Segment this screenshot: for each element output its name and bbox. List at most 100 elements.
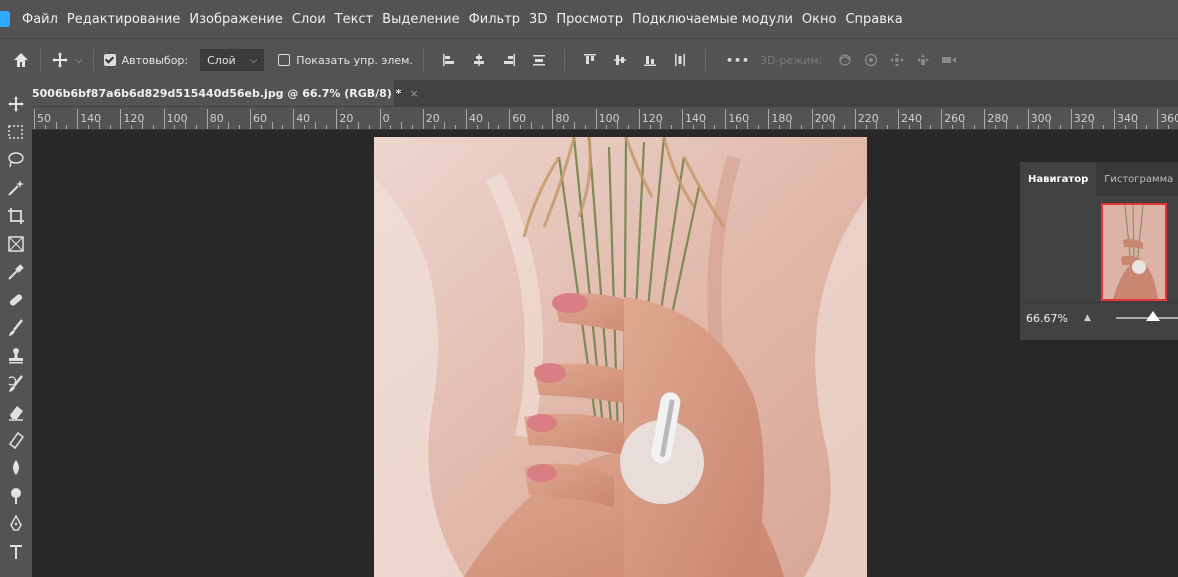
magic-wand-tool-icon[interactable] (6, 178, 26, 198)
gradient-tool-icon[interactable] (6, 430, 26, 450)
separator (92, 49, 94, 71)
ruler-minor-tick (55, 122, 57, 129)
brush-tool-icon[interactable] (6, 318, 26, 338)
align-horizontal-centers-icon[interactable] (471, 52, 487, 68)
eraser-tool-icon[interactable] (6, 402, 26, 422)
slide-3d-icon[interactable] (915, 52, 931, 68)
horizontal-ruler[interactable]: 50 140 120 100 80 60 40 20 0 20 40 60 80 100 120 140 160… (32, 106, 1178, 130)
ruler-minor-tick (671, 125, 673, 129)
close-icon[interactable]: × (409, 87, 418, 100)
ruler-minor-tick (358, 122, 359, 129)
tab-navigator[interactable]: Навигатор (1020, 162, 1097, 196)
ruler-minor-tick (930, 125, 932, 129)
ruler-minor-tick (185, 122, 187, 129)
separator (563, 49, 565, 71)
distribute-vertical-icon[interactable] (531, 52, 547, 68)
roll-3d-icon[interactable] (863, 52, 879, 68)
ruler-minor-tick (1103, 125, 1105, 129)
marquee-tool-icon[interactable] (6, 122, 26, 142)
menu-edit[interactable]: Редактирование (67, 12, 180, 27)
ruler-label: 50 (37, 112, 51, 125)
menu-3d[interactable]: 3D (529, 12, 547, 27)
ruler-minor-tick (433, 125, 435, 129)
menu-bar: Файл Редактирование Изображение Слои Тек… (0, 0, 1178, 38)
checkbox-unchecked-icon[interactable] (278, 54, 291, 66)
zoom-value[interactable]: 66.67% (1026, 312, 1068, 325)
ruler-tick (34, 109, 35, 129)
ruler-label: 0 (382, 112, 390, 125)
ruler-minor-tick (952, 125, 953, 129)
menu-filter[interactable]: Фильтр (469, 12, 520, 27)
ruler-minor-tick (1146, 125, 1148, 129)
zoom-out-icon[interactable]: ▲ (1084, 313, 1091, 323)
menu-view[interactable]: Просмотр (556, 12, 623, 27)
menu-image[interactable]: Изображение (189, 12, 282, 27)
ruler-tick (811, 109, 813, 129)
layer-select[interactable]: Слой ⌵ (200, 49, 265, 71)
document-tab[interactable]: 5006b6bf87a6b6d829d515440d56eb.jpg @ 66.… (32, 80, 419, 106)
eyedropper-tool-icon[interactable] (6, 262, 26, 282)
ruler-tick (120, 109, 122, 129)
menu-layers[interactable]: Слои (292, 12, 326, 27)
lasso-tool-icon[interactable] (6, 150, 26, 170)
ruler-minor-tick (606, 125, 608, 129)
ruler-minor-tick (563, 125, 565, 129)
frame-tool-icon[interactable] (6, 234, 26, 254)
menu-select[interactable]: Выделение (382, 12, 459, 27)
navigator-thumbnail[interactable] (1101, 203, 1167, 301)
move-tool-preset-icon[interactable] (51, 51, 69, 69)
menu-plugins[interactable]: Подключаемые модули (632, 12, 793, 27)
ruler-minor-tick (1049, 122, 1051, 129)
separator (40, 49, 41, 71)
menu-type[interactable]: Текст (335, 12, 374, 27)
ruler-tick (379, 109, 381, 129)
align-left-edges-icon[interactable] (441, 52, 457, 68)
crop-tool-icon[interactable] (6, 206, 26, 226)
align-vertical-centers-icon[interactable] (612, 52, 628, 68)
ruler-tick (941, 109, 943, 129)
distribute-horizontal-icon[interactable] (672, 52, 688, 68)
ruler-minor-tick (746, 122, 748, 129)
tab-histogram[interactable]: Гистограмма (1096, 162, 1178, 196)
ruler-minor-tick (401, 122, 403, 129)
home-icon[interactable] (12, 51, 30, 69)
blur-tool-icon[interactable] (6, 458, 26, 478)
menu-help[interactable]: Справка (845, 12, 902, 27)
align-right-edges-icon[interactable] (501, 52, 517, 68)
more-options-button[interactable]: ••• (726, 54, 750, 67)
ruler-label: 20 (425, 112, 440, 125)
menu-file[interactable]: Файл (22, 12, 58, 27)
history-brush-tool-icon[interactable] (6, 374, 26, 394)
ruler-tick (1114, 109, 1115, 129)
ruler-minor-tick (444, 122, 446, 129)
canvas-image[interactable] (374, 137, 867, 577)
show-controls-checkbox[interactable]: Показать упр. элем. (278, 54, 413, 67)
chevron-down-icon[interactable]: ⌵ (75, 55, 83, 66)
camera-3d-icon[interactable] (941, 52, 957, 68)
ruler-minor-tick (1168, 125, 1169, 129)
ruler-minor-tick (714, 125, 716, 129)
align-bottom-edges-icon[interactable] (642, 52, 658, 68)
ruler-minor-tick (617, 122, 619, 129)
ruler-minor-tick (520, 125, 521, 129)
dodge-tool-icon[interactable] (6, 486, 26, 506)
type-tool-icon[interactable] (6, 542, 26, 562)
drag-3d-icon[interactable] (889, 52, 905, 68)
menu-window[interactable]: Окно (802, 12, 837, 27)
healing-brush-tool-icon[interactable] (6, 290, 26, 310)
ruler-minor-tick (476, 125, 478, 129)
zoom-slider-handle[interactable] (1146, 311, 1160, 321)
checkbox-checked-icon[interactable] (103, 54, 116, 66)
ruler-minor-tick (1060, 125, 1061, 129)
orbit-3d-icon[interactable] (837, 52, 853, 68)
align-top-edges-icon[interactable] (582, 52, 598, 68)
autoselect-checkbox[interactable]: Автовыбор: (103, 54, 188, 67)
ruler-minor-tick (109, 125, 111, 129)
ruler-tick (509, 109, 511, 129)
pen-tool-icon[interactable] (6, 514, 26, 534)
ruler-minor-tick (325, 125, 327, 129)
ruler-minor-tick (88, 125, 89, 129)
stamp-tool-icon[interactable] (6, 346, 26, 366)
ruler-minor-tick (995, 125, 997, 129)
move-tool-icon[interactable] (6, 94, 26, 114)
